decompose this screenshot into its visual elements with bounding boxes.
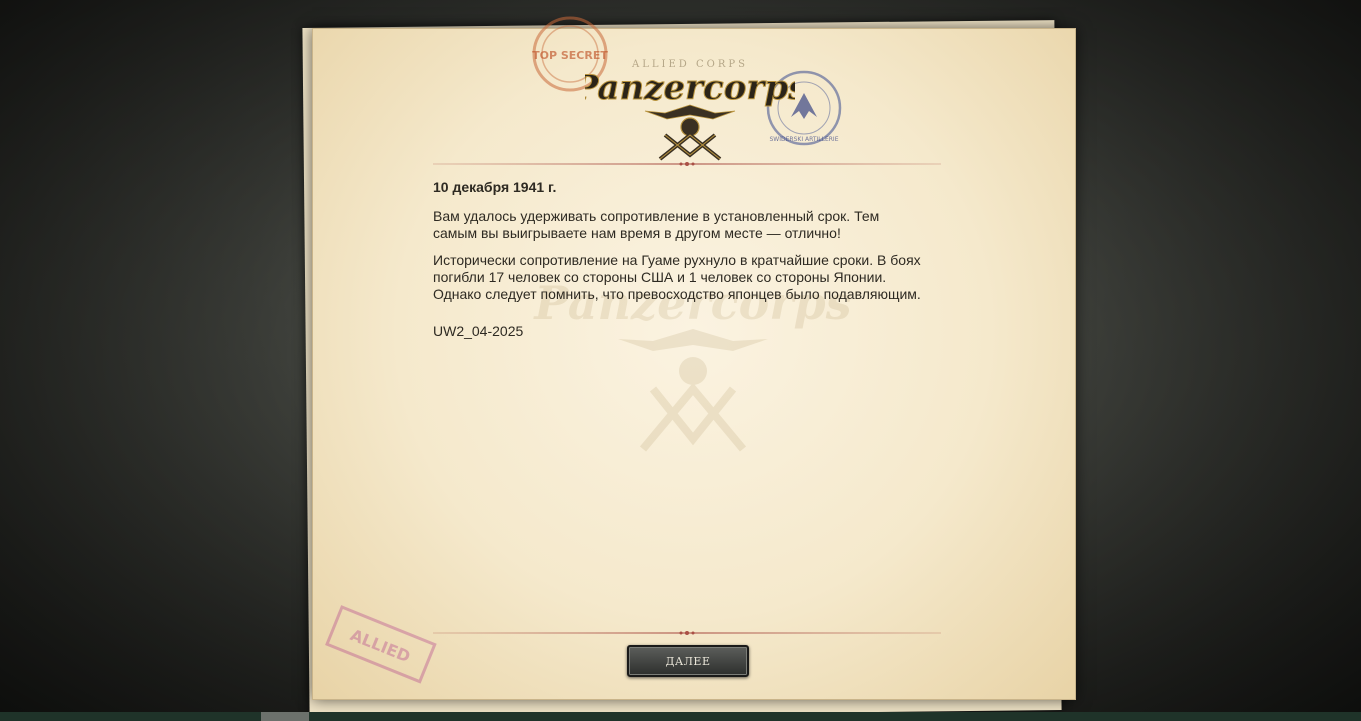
panzercorps-logo: ALLIED CORPS Panzercorps bbox=[571, 55, 808, 165]
bottom-strip-segment bbox=[261, 712, 309, 721]
briefing-text: 10 декабря 1941 г. Вам удалось удерживат… bbox=[433, 179, 923, 350]
bottom-status-strip bbox=[0, 712, 1361, 721]
briefing-paper: TOP SECRET SWIDERSKI ARTILLERIE ALLIED C… bbox=[309, 16, 1076, 700]
bottom-divider bbox=[433, 631, 941, 635]
scenario-code: UW2_04-2025 bbox=[433, 323, 524, 339]
next-button[interactable]: ДАЛЕЕ bbox=[627, 645, 749, 677]
allied-stamp: ALLIED bbox=[309, 599, 449, 699]
logo-title: Panzercorps bbox=[585, 68, 795, 108]
briefing-paragraph-2: Исторически сопротивление на Гуаме рухну… bbox=[433, 252, 921, 302]
briefing-paragraph-1: Вам удалось удерживать сопротивление в у… bbox=[433, 208, 880, 241]
next-button-label: ДАЛЕЕ bbox=[665, 654, 711, 668]
top-divider bbox=[433, 162, 941, 166]
briefing-date: 10 декабря 1941 г. bbox=[433, 179, 557, 195]
